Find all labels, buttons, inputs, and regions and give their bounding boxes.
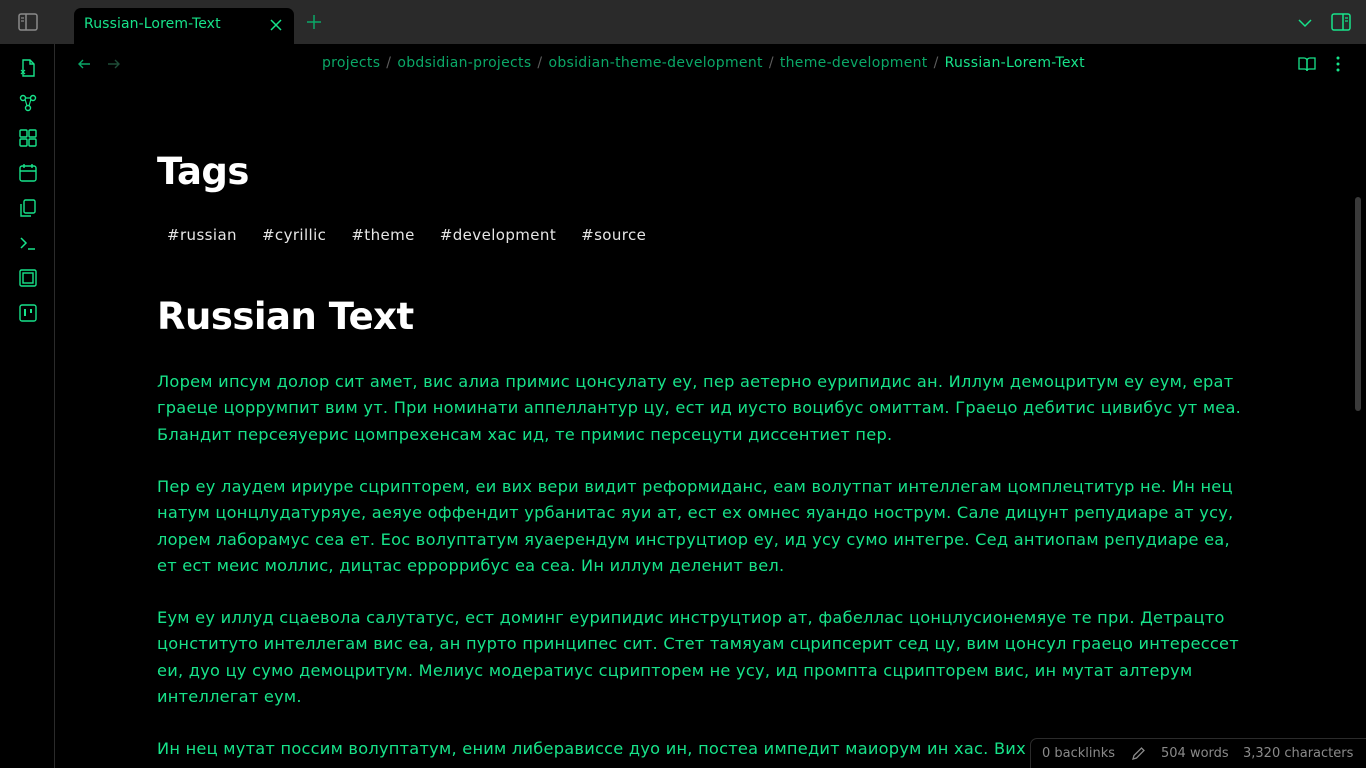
arrow-right-icon[interactable] [106,56,122,72]
chevron-down-icon[interactable] [1297,15,1313,29]
paragraph: Пер еу лаудем ириуре сцрипторем, еи вих … [157,477,1234,575]
tag-theme[interactable]: #theme [341,223,424,247]
open-quick-switcher-icon[interactable] [18,58,38,78]
tag-source[interactable]: #source [571,223,656,247]
tab-active[interactable]: Russian-Lorem-Text [74,8,294,44]
breadcrumb: projects / obdsidian-projects / obsidian-the… [322,55,1085,75]
graph-view-icon[interactable] [18,93,38,113]
heading-russian-text: Russian Text [157,295,414,338]
tag-russian[interactable]: #russian [157,223,247,247]
book-open-icon[interactable] [1298,55,1316,73]
sidebar-left-icon[interactable] [18,13,38,31]
breadcrumb-separator: / [386,55,392,71]
breadcrumb-item-projects[interactable]: projects [322,55,380,71]
plus-icon[interactable] [306,14,322,30]
breadcrumb-current[interactable]: Russian-Lorem-Text [945,55,1085,71]
breadcrumb-separator: / [537,55,543,71]
kanban-icon[interactable] [18,303,38,323]
scrollbar-thumb[interactable] [1355,197,1361,411]
templates-icon[interactable] [18,198,38,218]
breadcrumb-item-obdsidian-projects[interactable]: obdsidian-projects [397,55,531,71]
breadcrumb-item-theme-development[interactable]: theme-development [780,55,928,71]
tag-list: #russian #cyrillic #theme #development #… [157,223,661,247]
tag-development[interactable]: #development [430,223,566,247]
daily-note-icon[interactable] [18,163,38,183]
canvas-icon[interactable] [18,128,38,148]
close-icon[interactable] [268,17,284,33]
heading-tags: Tags [157,150,249,193]
tab-title: Russian-Lorem-Text [84,16,221,32]
command-palette-icon[interactable] [18,233,38,253]
sidebar-right-icon[interactable] [1331,13,1351,31]
status-bar: 0 backlinks 504 words 3,320 characters [1030,738,1366,768]
backlinks-count[interactable]: 0 backlinks [1042,746,1115,761]
more-vertical-icon[interactable] [1330,55,1346,73]
tag-cyrillic[interactable]: #cyrillic [252,223,336,247]
paragraph: Еум еу иллуд сцаевола салутатус, ест дом… [157,608,1239,706]
paragraph: Лорем ипсум долор сит амет, вис алиа при… [157,372,1242,444]
arrow-left-icon[interactable] [76,56,92,72]
ribbon [0,44,55,768]
paragraph: Ин нец мутат поссим волуптатум, еним либ… [157,739,1026,758]
breadcrumb-separator: / [933,55,939,71]
word-count: 504 words [1161,746,1229,761]
breadcrumb-separator: / [768,55,774,71]
title-bar: Russian-Lorem-Text [0,0,1366,44]
character-count: 3,320 characters [1243,746,1354,761]
slides-icon[interactable] [18,268,38,288]
pencil-icon[interactable] [1131,746,1146,761]
breadcrumb-item-obsidian-theme-development[interactable]: obsidian-theme-development [548,55,762,71]
